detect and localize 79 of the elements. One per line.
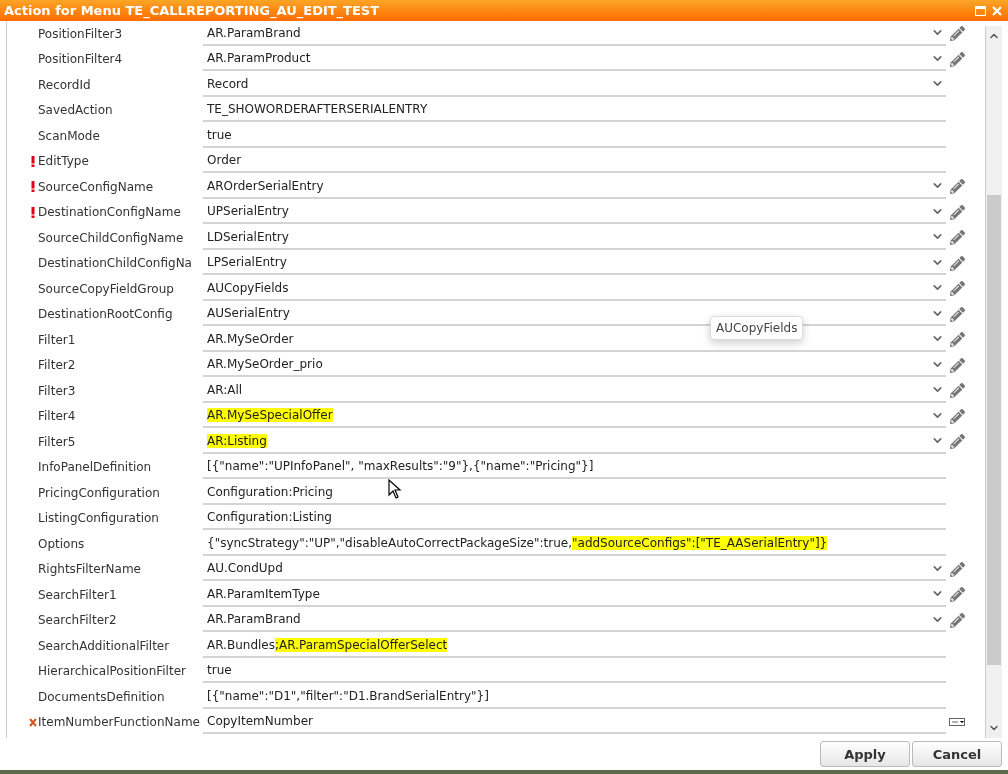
dropdown-field[interactable]: AR.ParamProduct <box>203 47 946 72</box>
field-label: PricingConfiguration <box>38 485 161 500</box>
dropdown-field[interactable]: AR.ParamBrand <box>203 21 946 46</box>
pencil-icon[interactable] <box>949 587 965 603</box>
field-label: SearchFilter2 <box>38 613 118 628</box>
text-field[interactable]: CopyItemNumber <box>203 710 946 735</box>
scrollbar-thumb[interactable] <box>987 194 1001 665</box>
field-label: RightsFilterName <box>38 562 142 577</box>
dropdown-field[interactable]: LPSerialEntry <box>203 251 946 276</box>
field-label: SourceChildConfigName <box>38 230 185 245</box>
text-field[interactable]: Configuration:Pricing <box>203 480 946 505</box>
pencil-icon[interactable] <box>949 204 965 220</box>
close-icon[interactable] <box>992 5 1002 16</box>
pencil-icon[interactable] <box>949 434 965 450</box>
pencil-icon[interactable] <box>949 332 965 348</box>
field-label: DestinationRootConfig <box>38 307 174 322</box>
pencil-icon[interactable] <box>949 561 965 577</box>
pencil-icon[interactable] <box>949 26 965 42</box>
dropdown-field[interactable]: UPSerialEntry <box>203 200 946 225</box>
text-field[interactable]: [{"name":"D1","filter":"D1.BrandSerialEntry"}] <box>203 684 946 709</box>
field-label: Filter2 <box>38 358 77 373</box>
field-label: DestinationChildConfigNa <box>38 256 193 271</box>
text-field[interactable]: Configuration:Listing <box>203 506 946 531</box>
field-label: SearchFilter1 <box>38 587 118 602</box>
field-label: Filter4 <box>38 409 77 424</box>
keyboard-icon[interactable] <box>949 718 965 727</box>
window-title: Action for Menu TE_CALLREPORTING_AU_EDIT_TEST <box>4 3 380 18</box>
field-label: Filter5 <box>38 434 77 449</box>
scrollbar[interactable] <box>985 26 1002 738</box>
field-label: SearchAdditionalFilter <box>38 638 171 653</box>
text-field[interactable]: true <box>203 123 946 148</box>
pencil-icon[interactable] <box>949 51 965 67</box>
field-label: DocumentsDefinition <box>38 689 166 704</box>
tooltip: AUCopyFields <box>710 316 804 340</box>
field-label: SavedAction <box>38 103 114 118</box>
field-label: Filter1 <box>38 332 77 347</box>
text-field[interactable]: {"syncStrategy":"UP","disableAutoCorrectPackageSize":true,"addSourceConfigs":["TE_AASerialEntry"]} <box>203 531 946 556</box>
field-label: Options <box>38 536 86 551</box>
text-field[interactable]: Order <box>203 149 946 174</box>
field-label: ListingConfiguration <box>38 511 160 526</box>
pencil-icon[interactable] <box>949 357 965 373</box>
field-label: HierarchicalPositionFilter <box>38 664 187 679</box>
field-label: Filter3 <box>38 383 77 398</box>
field-label: SourceCopyFieldGroup <box>38 281 175 296</box>
field-label: ScanMode <box>38 128 101 143</box>
mouse-cursor-icon <box>388 479 402 499</box>
pencil-icon[interactable] <box>949 230 965 246</box>
pencil-icon[interactable] <box>949 383 965 399</box>
field-label: PositionFilter4 <box>38 52 124 67</box>
dropdown-field[interactable]: AR.MySeOrder_prio <box>203 353 946 378</box>
dropdown-field[interactable]: LDSerialEntry <box>203 225 946 250</box>
dropdown-field[interactable]: AR.MySeSpecialOffer <box>203 404 946 429</box>
field-label: EditType <box>38 154 90 169</box>
field-label: RecordId <box>38 77 92 92</box>
pencil-icon[interactable] <box>949 408 965 424</box>
pencil-icon[interactable] <box>949 306 965 322</box>
text-field[interactable]: TE_SHOWORDERAFTERSERIALENTRY <box>203 98 946 123</box>
field-label: DestinationConfigName <box>38 205 182 220</box>
pencil-icon[interactable] <box>949 179 965 195</box>
dropdown-field[interactable]: Record <box>203 72 946 97</box>
cancel-button[interactable]: Cancel <box>912 741 1002 767</box>
field-label: SourceConfigName <box>38 179 155 194</box>
dropdown-field[interactable]: AR.ParamBrand <box>203 608 946 633</box>
dropdown-field[interactable]: AROrderSerialEntry <box>203 174 946 199</box>
text-field[interactable]: [{"name":"UPInfoPanel", "maxResults":"9"},{"name":"Pricing"}] <box>203 455 946 480</box>
maximize-icon[interactable] <box>975 5 986 16</box>
dropdown-field[interactable]: AUCopyFields <box>203 276 946 301</box>
field-label: PositionFilter3 <box>38 26 124 41</box>
text-field[interactable]: true <box>203 659 946 684</box>
field-label: InfoPanelDefinition <box>38 460 153 475</box>
pencil-icon[interactable] <box>949 281 965 297</box>
dropdown-field[interactable]: AR:Listing <box>203 429 946 454</box>
apply-button[interactable]: Apply <box>820 741 910 767</box>
pencil-icon[interactable] <box>949 255 965 271</box>
pencil-icon[interactable] <box>949 612 965 628</box>
dropdown-field[interactable]: AU.CondUpd <box>203 557 946 582</box>
dropdown-field[interactable]: AR:All <box>203 378 946 403</box>
dropdown-field[interactable]: AR.ParamItemType <box>203 582 946 607</box>
field-label: ItemNumberFunctionName <box>38 715 201 730</box>
